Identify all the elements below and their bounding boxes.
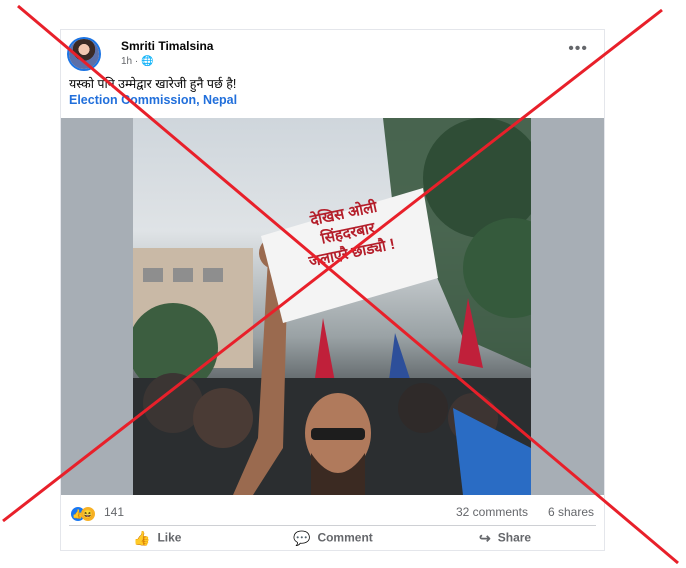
protest-photo[interactable]: देखिस ओली सिंहदरबार जलाएरै छाड्यौ ! [133, 118, 531, 495]
comment-label: Comment [317, 530, 373, 545]
share-arrow-icon: ↪ [479, 530, 491, 546]
share-label: Share [497, 530, 532, 545]
reactions-icons[interactable]: 👍😆 [71, 505, 95, 523]
avatar[interactable] [69, 39, 99, 69]
post-caption: यस्को पनि उम्मेद्वार खारेजी हुनै पर्छ है… [69, 77, 237, 91]
post-media[interactable]: देखिस ओली सिंहदरबार जलाएरै छाड्यौ ! [61, 118, 604, 495]
like-label: Like [157, 530, 182, 545]
more-options-icon[interactable]: ••• [568, 40, 588, 58]
post-meta: 1h · 🌐 [121, 56, 153, 67]
speech-bubble-icon: 💬 [293, 530, 311, 546]
comments-count[interactable]: 32 comments [456, 505, 528, 519]
author-name[interactable]: Smriti Timalsina [121, 39, 213, 53]
like-button[interactable]: 👍 Like [133, 530, 181, 547]
facebook-post-card: Smriti Timalsina 1h · 🌐 ••• यस्को पनि उम… [61, 30, 604, 550]
haha-reaction-icon: 😆 [81, 506, 95, 521]
engagement-stats: 👍😆 141 32 comments 6 shares [61, 502, 604, 524]
share-button[interactable]: ↪ Share [479, 530, 531, 547]
shares-count[interactable]: 6 shares [548, 505, 594, 519]
tagged-page-link[interactable]: Election Commission, Nepal [69, 93, 237, 107]
reactions-count[interactable]: 141 [104, 505, 124, 519]
thumbs-up-icon: 👍 [133, 530, 151, 546]
post-header: Smriti Timalsina 1h · 🌐 ••• [61, 30, 604, 70]
comment-button[interactable]: 💬 Comment [293, 530, 373, 547]
post-actions: 👍 Like 💬 Comment ↪ Share [61, 526, 604, 550]
photo-scene [133, 118, 531, 495]
post-time[interactable]: 1h [121, 56, 132, 67]
globe-icon: 🌐 [141, 56, 154, 67]
